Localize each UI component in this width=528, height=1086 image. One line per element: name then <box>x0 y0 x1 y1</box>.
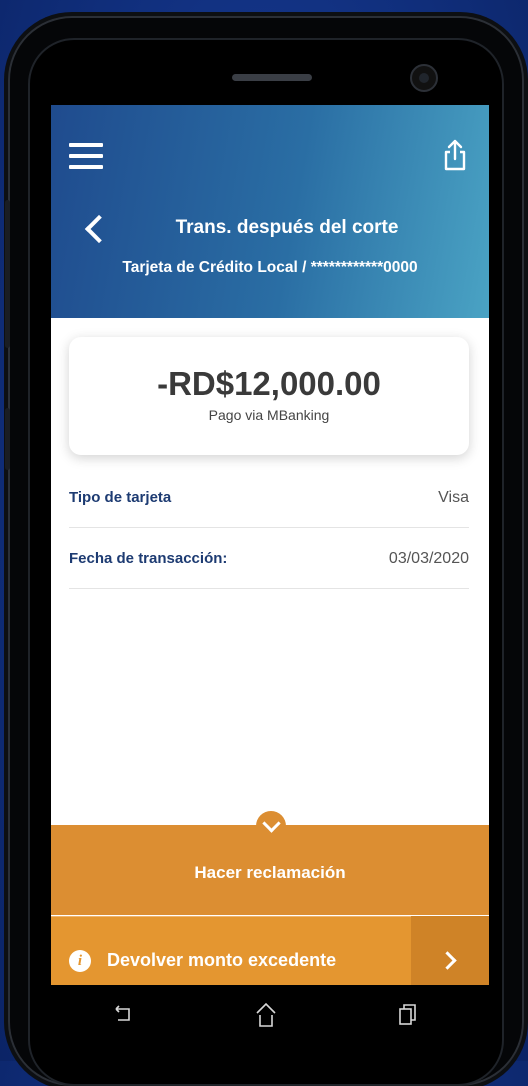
amount-card: -RD$12,000.00 Pago via MBanking <box>69 337 469 455</box>
detail-label: Tipo de tarjeta <box>69 489 172 506</box>
share-icon[interactable] <box>441 137 469 173</box>
refund-excess-button[interactable]: i Devolver monto excedente <box>51 916 489 985</box>
android-back-icon[interactable] <box>114 1002 134 1024</box>
earpiece-speaker <box>232 74 312 81</box>
make-claim-button[interactable]: Hacer reclamación <box>51 811 489 915</box>
android-home-icon[interactable] <box>255 1002 277 1028</box>
volume-button <box>5 200 10 348</box>
transaction-description: Pago via MBanking <box>208 407 330 423</box>
detail-value: 03/03/2020 <box>388 550 469 567</box>
detail-label: Fecha de transacción: <box>69 550 228 567</box>
menu-icon[interactable] <box>69 143 103 169</box>
front-camera <box>410 64 438 92</box>
chevron-right-icon[interactable] <box>411 916 489 985</box>
android-recents-icon[interactable] <box>398 1002 418 1026</box>
power-button <box>5 408 10 470</box>
header: Trans. después del corte Tarjeta de Créd… <box>51 105 489 318</box>
chevron-down-icon[interactable] <box>256 811 286 841</box>
make-claim-label: Hacer reclamación <box>194 863 346 882</box>
info-icon: i <box>69 950 91 972</box>
detail-row-card-type: Tipo de tarjeta Visa <box>69 467 469 528</box>
detail-row-transaction-date: Fecha de transacción: 03/03/2020 <box>69 528 469 589</box>
card-subtitle: Tarjeta de Crédito Local / ************0… <box>122 259 418 276</box>
detail-value: Visa <box>438 489 469 506</box>
page-title: Trans. después del corte <box>175 217 399 238</box>
refund-excess-label: Devolver monto excedente <box>107 950 337 970</box>
app-screen: Trans. después del corte Tarjeta de Créd… <box>51 105 489 985</box>
transaction-amount: -RD$12,000.00 <box>157 365 381 402</box>
